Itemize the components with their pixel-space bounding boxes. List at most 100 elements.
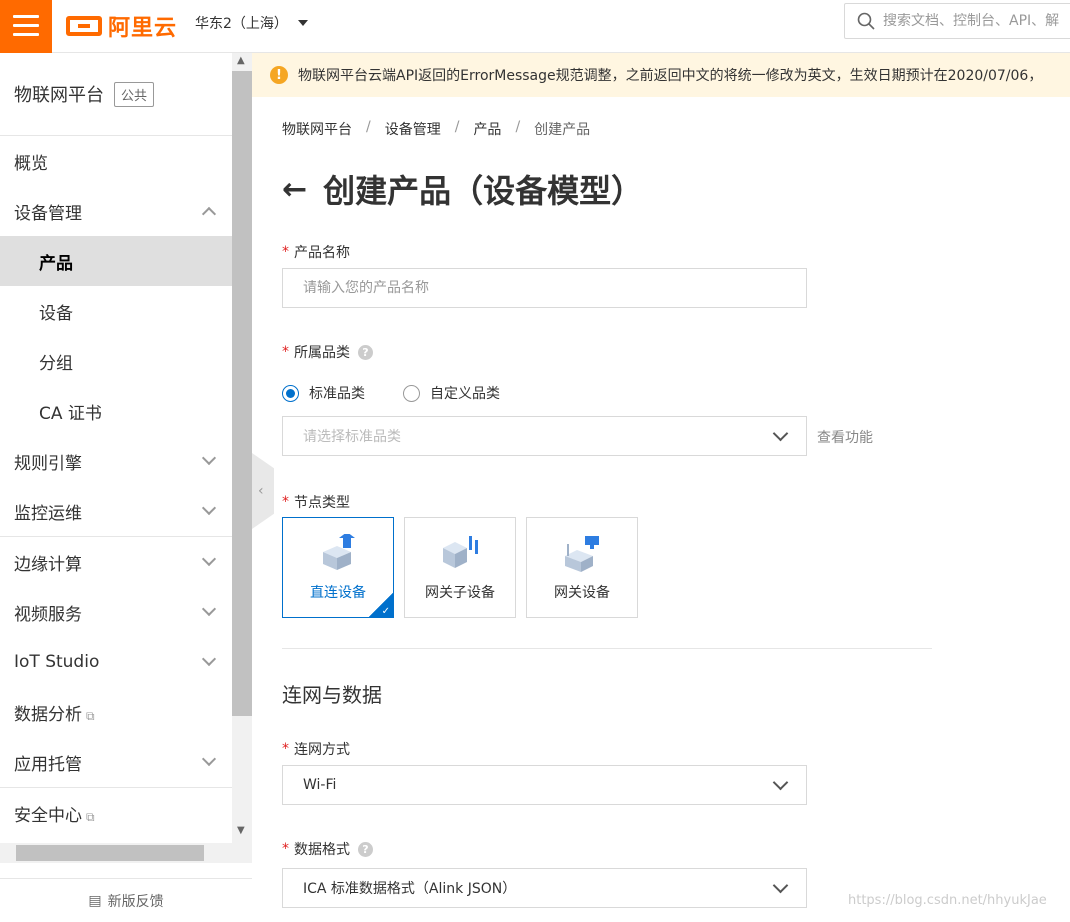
breadcrumb-current: 创建产品 [534, 122, 591, 138]
scroll-down-icon[interactable]: ▼ [237, 825, 245, 836]
feedback-button[interactable]: ▤ 新版反馈 [0, 878, 252, 922]
sidebar-item-label: 应用托管 [14, 754, 82, 775]
sidebar-header: 物联网平台 公共 [0, 53, 232, 136]
external-link-icon: ⧉ [86, 708, 95, 723]
chevron-left-icon: ‹ [258, 483, 264, 499]
product-name-label: * 产品名称 [282, 242, 350, 262]
sidebar-item-device[interactable]: 设备 [0, 286, 232, 336]
sidebar-item-monitoring[interactable]: 监控运维 [0, 486, 232, 536]
search-box[interactable] [844, 3, 1070, 39]
network-label-text: 连网方式 [294, 742, 350, 758]
card-label: 网关设备 [554, 585, 610, 601]
sidebar-item-label: 分组 [39, 353, 73, 374]
chevron-down-icon [201, 500, 217, 516]
notice-text: 物联网平台云端API返回的ErrorMessage规范调整，之前返回中文的将统一… [298, 68, 1043, 84]
region-label: 华东2（上海） [195, 16, 288, 32]
category-label-text: 所属品类 [294, 345, 350, 361]
warning-icon: ! [270, 66, 288, 84]
back-arrow-icon[interactable]: ← [282, 172, 307, 207]
chevron-down-icon [201, 601, 217, 617]
scrollbar-thumb[interactable] [232, 71, 252, 716]
category-radio-group: 标准品类 自定义品类 [282, 383, 538, 403]
node-type-label: * 节点类型 [282, 492, 350, 512]
sidebar-item-label: 边缘计算 [14, 554, 82, 575]
chevron-down-icon [201, 450, 217, 466]
chevron-down-icon [772, 425, 789, 441]
required-mark: * [282, 741, 289, 757]
sidebar-item-product[interactable]: 产品 [0, 236, 232, 286]
sidebar-item-rule-engine[interactable]: 规则引擎 [0, 436, 232, 486]
network-label: * 连网方式 [282, 739, 350, 759]
product-name-field[interactable] [282, 268, 807, 308]
sidebar-vertical-scrollbar[interactable]: ▲ ▼ [232, 53, 252, 843]
sidebar-item-label: 概览 [14, 153, 48, 174]
sidebar-item-label: IoT Studio [14, 652, 100, 672]
sidebar-item-label: 设备管理 [14, 203, 82, 224]
product-name-input[interactable] [303, 280, 786, 296]
data-format-select[interactable]: ICA 标准数据格式（Alink JSON） [282, 868, 807, 908]
node-type-card-direct[interactable]: 直连设备 ✓ [282, 517, 394, 618]
sidebar-item-group[interactable]: 分组 [0, 336, 232, 386]
node-type-card-gateway-sub[interactable]: 网关子设备 [404, 517, 516, 618]
notice-banner: ! 物联网平台云端API返回的ErrorMessage规范调整，之前返回中文的将… [252, 53, 1070, 97]
section-divider [282, 648, 932, 649]
sidebar-item-label: 视频服务 [14, 604, 82, 625]
sidebar-item-label: 产品 [39, 253, 73, 274]
category-select[interactable]: 请选择标准品类 [282, 416, 807, 456]
gateway-device-icon [565, 536, 599, 572]
sidebar-horizontal-scrollbar[interactable] [0, 843, 252, 863]
watermark: https://blog.csdn.net/hhyukJae [848, 893, 1047, 908]
section-title: 连网与数据 [282, 683, 382, 707]
breadcrumb-item[interactable]: 设备管理 [385, 119, 441, 139]
gateway-subdevice-icon [443, 536, 478, 568]
node-type-card-gateway[interactable]: 网关设备 [526, 517, 638, 618]
network-select[interactable]: Wi-Fi [282, 765, 807, 805]
menu-icon[interactable] [0, 0, 52, 53]
search-input[interactable] [883, 13, 1070, 29]
radio-unchecked-icon [403, 384, 420, 402]
sidebar-title: 物联网平台 [14, 85, 104, 106]
scroll-up-icon[interactable]: ▲ [237, 55, 245, 66]
chevron-down-icon [201, 651, 217, 667]
help-icon[interactable]: ? [358, 841, 373, 857]
view-features-link[interactable]: 查看功能 [817, 427, 873, 447]
breadcrumb-separator: / [366, 119, 371, 135]
sidebar-item-video[interactable]: 视频服务 [0, 587, 232, 637]
sidebar-item-label: 数据分析 [14, 704, 82, 725]
sidebar-collapse-handle[interactable]: ‹ [252, 453, 274, 529]
sidebar-item-ca-cert[interactable]: CA 证书 [0, 386, 232, 436]
region-selector[interactable]: 华东2（上海） [195, 13, 308, 33]
radio-checked-icon [282, 384, 299, 402]
category-select-placeholder: 请选择标准品类 [303, 429, 401, 445]
sidebar-item-security[interactable]: 安全中心 ⧉ [0, 788, 232, 838]
breadcrumb-separator: / [454, 119, 460, 135]
card-label: 直连设备 [310, 585, 366, 601]
card-label: 网关子设备 [425, 585, 495, 601]
required-mark: * [282, 344, 289, 360]
node-type-cards: 直连设备 ✓ 网关子设备 网关设备 [282, 517, 648, 618]
sidebar-item-label: 设备 [39, 303, 73, 324]
radio-standard-category[interactable]: 标准品类 [282, 383, 365, 403]
aliyun-logo[interactable]: 阿里云 [66, 12, 177, 41]
sidebar-item-iot-studio[interactable]: IoT Studio [0, 637, 232, 687]
external-link-icon: ⧉ [86, 809, 95, 824]
data-format-label-text: 数据格式 [294, 842, 350, 858]
selected-check-icon: ✓ [369, 593, 393, 617]
help-icon[interactable]: ? [358, 344, 373, 360]
sidebar-item-app-hosting[interactable]: 应用托管 [0, 737, 232, 787]
radio-label: 标准品类 [309, 386, 365, 402]
sidebar-item-edge-computing[interactable]: 边缘计算 [0, 537, 232, 587]
sidebar-item-data-analysis[interactable]: 数据分析 ⧉ [0, 687, 232, 737]
radio-custom-category[interactable]: 自定义品类 [403, 383, 500, 403]
chevron-down-icon [201, 751, 217, 767]
sidebar-item-label: CA 证书 [39, 403, 102, 424]
sidebar-item-device-management[interactable]: 设备管理 [0, 186, 232, 236]
network-select-value: Wi-Fi [303, 777, 337, 793]
sidebar: 物联网平台 公共 概览 设备管理 产品 设备 分组 CA 证书 规则引擎 监控运… [0, 53, 232, 922]
scrollbar-thumb[interactable] [16, 845, 204, 861]
data-format-label: * 数据格式 ? [282, 839, 373, 859]
sidebar-item-overview[interactable]: 概览 [0, 136, 232, 186]
sidebar-item-label: 监控运维 [14, 503, 82, 524]
breadcrumb-item[interactable]: 产品 [473, 119, 501, 139]
breadcrumb-item[interactable]: 物联网平台 [282, 119, 352, 139]
